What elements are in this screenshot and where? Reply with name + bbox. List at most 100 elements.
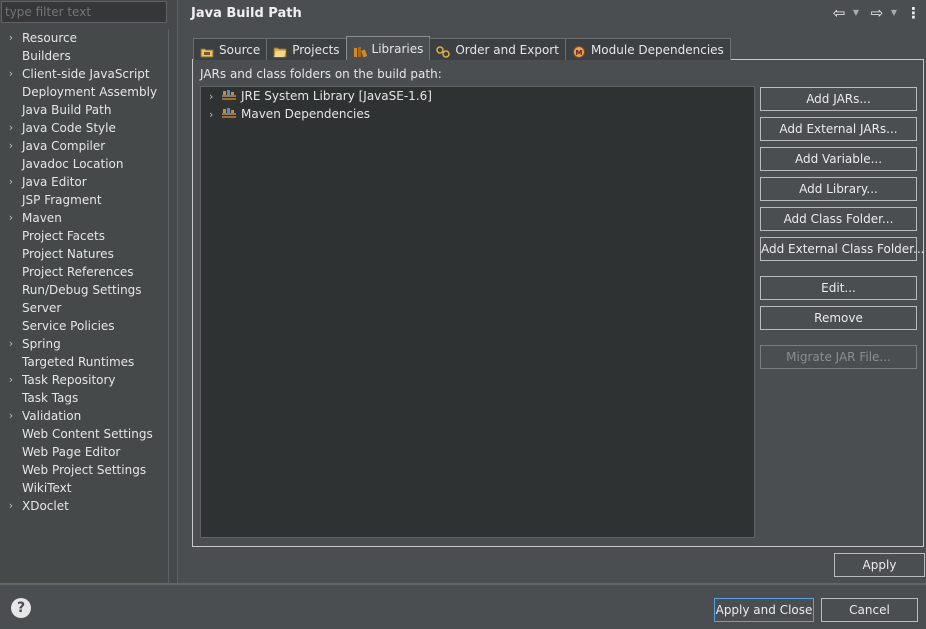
tree-item-spring[interactable]: › Spring [0, 335, 178, 353]
expand-arrow-icon[interactable]: › [6, 371, 16, 389]
tree-item-label: Javadoc Location [22, 157, 124, 171]
tree-item-run-debug-settings[interactable]: Run/Debug Settings [0, 281, 178, 299]
tree-item-task-tags[interactable]: Task Tags [0, 389, 178, 407]
tree-item-label: Java Code Style [22, 121, 116, 135]
tree-item-web-page-editor[interactable]: Web Page Editor [0, 443, 178, 461]
expand-arrow-icon[interactable]: › [6, 209, 16, 227]
tree-item-resource[interactable]: › Resource [0, 29, 178, 47]
tree-item-label: Project Natures [22, 247, 114, 261]
add-external-jars-button[interactable]: Add External JARs... [760, 117, 917, 141]
tab-label: Projects [292, 42, 340, 57]
cancel-button[interactable]: Cancel [821, 598, 918, 622]
tree-item-label: Java Compiler [22, 139, 106, 153]
projects-icon [273, 44, 287, 57]
tree-row-jre-system-library[interactable]: › JRE System Library [JavaSE-1.6] [209, 87, 432, 105]
tree-item-label: JSP Fragment [22, 193, 102, 207]
tree-item-java-build-path[interactable]: Java Build Path [0, 101, 178, 119]
expand-arrow-icon[interactable]: › [209, 106, 219, 124]
tree-item-wikitext[interactable]: WikiText [0, 479, 178, 497]
tree-item-label: Targeted Runtimes [22, 355, 135, 369]
tree-item-label: Validation [22, 409, 82, 423]
tree-item-project-references[interactable]: Project References [0, 263, 178, 281]
expand-arrow-icon[interactable]: › [6, 173, 16, 191]
add-library-button[interactable]: Add Library... [760, 177, 917, 201]
tree-row-maven-dependencies[interactable]: › Maven Dependencies [209, 105, 370, 123]
tree-item-label: Spring [22, 337, 61, 351]
tree-item-label: Maven [22, 211, 62, 225]
tree-item-label: Project Facets [22, 229, 105, 243]
library-label: JRE System Library [JavaSE-1.6] [241, 89, 432, 103]
add-jars-button[interactable]: Add JARs... [760, 87, 917, 111]
svg-text:M: M [575, 49, 582, 57]
source-folder-icon [200, 44, 214, 57]
add-external-class-folder-button[interactable]: Add External Class Folder... [760, 237, 924, 261]
forward-menu-chevron-down-icon[interactable]: ▼ [889, 4, 899, 22]
order-export-icon [436, 44, 451, 58]
tree-item-service-policies[interactable]: Service Policies [0, 317, 178, 335]
tab-order-and-export[interactable]: Order and Export [429, 38, 566, 60]
expand-arrow-icon[interactable]: › [6, 119, 16, 137]
tree-item-builders[interactable]: Builders [0, 47, 178, 65]
back-menu-chevron-down-icon[interactable]: ▼ [851, 4, 861, 22]
tab-bar: Source Projects Libraries Order and Expo… [193, 36, 731, 60]
tree-item-task-repository[interactable]: › Task Repository [0, 371, 178, 389]
tree-item-label: Task Tags [22, 391, 79, 405]
tree-item-label: Resource [22, 31, 78, 45]
tree-item-maven[interactable]: › Maven [0, 209, 178, 227]
expand-arrow-icon[interactable]: › [6, 407, 16, 425]
tab-label: Order and Export [455, 42, 559, 57]
tab-projects[interactable]: Projects [266, 38, 347, 60]
tree-item-web-project-settings[interactable]: Web Project Settings [0, 461, 178, 479]
tree-item-project-natures[interactable]: Project Natures [0, 245, 178, 263]
tree-item-javadoc-location[interactable]: Javadoc Location [0, 155, 178, 173]
forward-arrow-icon[interactable]: ⇨ [868, 4, 886, 22]
footer-divider [0, 583, 926, 585]
migrate-jar-file-button[interactable]: Migrate JAR File... [760, 345, 917, 369]
tree-item-label: Client-side JavaScript [22, 67, 150, 81]
edit-button[interactable]: Edit... [760, 276, 917, 300]
tree-item-client-side-javascript[interactable]: › Client-side JavaScript [0, 65, 178, 83]
tab-source[interactable]: Source [193, 38, 268, 60]
tree-item-targeted-runtimes[interactable]: Targeted Runtimes [0, 353, 178, 371]
tree-item-validation[interactable]: › Validation [0, 407, 178, 425]
add-variable-button[interactable]: Add Variable... [760, 147, 917, 171]
tree-item-java-code-style[interactable]: › Java Code Style [0, 119, 178, 137]
tree-item-label: Service Policies [22, 319, 115, 333]
tree-item-deployment-assembly[interactable]: Deployment Assembly [0, 83, 178, 101]
tree-item-xdoclet[interactable]: › XDoclet [0, 497, 178, 515]
tab-libraries[interactable]: Libraries [345, 36, 431, 60]
tree-item-label: Builders [22, 49, 71, 63]
tree-item-project-facets[interactable]: Project Facets [0, 227, 178, 245]
expand-arrow-icon[interactable]: › [6, 65, 16, 83]
libraries-caption: JARs and class folders on the build path… [200, 67, 442, 81]
tree-item-server[interactable]: Server [0, 299, 178, 317]
tree-item-label: Server [22, 301, 62, 315]
build-path-tree[interactable]: › JRE System Library [JavaSE-1.6] › Maven … [200, 86, 755, 538]
help-icon[interactable]: ? [11, 598, 31, 618]
view-menu-icon[interactable]: ⋮ [906, 4, 921, 22]
tab-label: Libraries [371, 41, 424, 56]
tree-item-java-compiler[interactable]: › Java Compiler [0, 137, 178, 155]
library-icon [221, 106, 237, 118]
tree-item-jsp-fragment[interactable]: JSP Fragment [0, 191, 178, 209]
tree-item-java-editor[interactable]: › Java Editor [0, 173, 178, 191]
add-class-folder-button[interactable]: Add Class Folder... [760, 207, 917, 231]
preference-tree: › Resource Builders › Client-side JavaScript… [0, 29, 178, 515]
apply-button[interactable]: Apply [834, 553, 925, 577]
libraries-icon [353, 43, 367, 57]
tab-module-dependencies[interactable]: M Module Dependencies [564, 38, 731, 60]
filter-input[interactable] [1, 1, 167, 23]
tree-item-web-content-settings[interactable]: Web Content Settings [0, 425, 178, 443]
expand-arrow-icon[interactable]: › [6, 137, 16, 155]
back-arrow-icon[interactable]: ⇦ [830, 4, 848, 22]
apply-and-close-button[interactable]: Apply and Close [714, 598, 814, 622]
tree-item-label: Web Project Settings [22, 463, 147, 477]
module-dependencies-icon: M [572, 44, 586, 58]
expand-arrow-icon[interactable]: › [6, 335, 16, 353]
expand-arrow-icon[interactable]: › [6, 497, 16, 515]
expand-arrow-icon[interactable]: › [6, 29, 16, 47]
expand-arrow-icon[interactable]: › [209, 88, 219, 106]
tree-item-label: Web Page Editor [22, 445, 121, 459]
remove-button[interactable]: Remove [760, 306, 917, 330]
page-title: Java Build Path [191, 6, 302, 21]
